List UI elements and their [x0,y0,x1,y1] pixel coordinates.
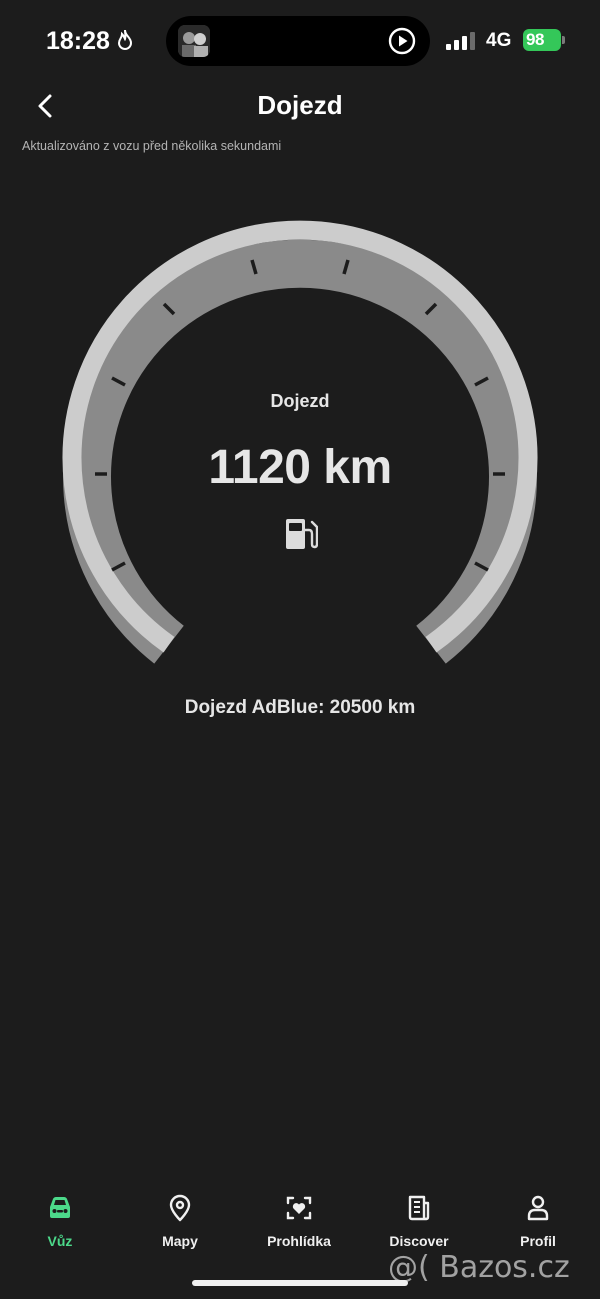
person-icon [527,1195,549,1221]
tab-prohlidka[interactable]: Prohlídka [249,1188,349,1254]
tab-label: Prohlídka [267,1233,331,1249]
tab-profil[interactable]: Profil [488,1188,588,1254]
range-gauge [62,220,538,664]
tab-label: Vůz [47,1233,73,1249]
watermark-text: @( Bazos.cz [388,1250,570,1285]
tab-mapy[interactable]: Mapy [130,1188,230,1254]
fuel-pump-icon [286,519,318,549]
tab-vuz[interactable]: Vůz [10,1188,110,1254]
tab-discover[interactable]: Discover [369,1188,469,1254]
tab-label: Mapy [162,1233,198,1249]
inspection-icon [286,1196,312,1220]
gauge-label: Dojezd [270,391,330,411]
tab-label: Profil [520,1233,556,1249]
adblue-range-text: Dojezd AdBlue: 20500 km [184,697,416,718]
range-value: 1120 km [208,441,392,494]
car-icon [50,1197,70,1218]
news-icon [408,1195,430,1221]
tab-label: Discover [389,1233,449,1249]
bottom-tab-bar: Vůz Mapy Prohlídka Discover Profil [0,1188,600,1258]
map-pin-icon [169,1194,191,1222]
home-indicator[interactable] [192,1280,408,1286]
